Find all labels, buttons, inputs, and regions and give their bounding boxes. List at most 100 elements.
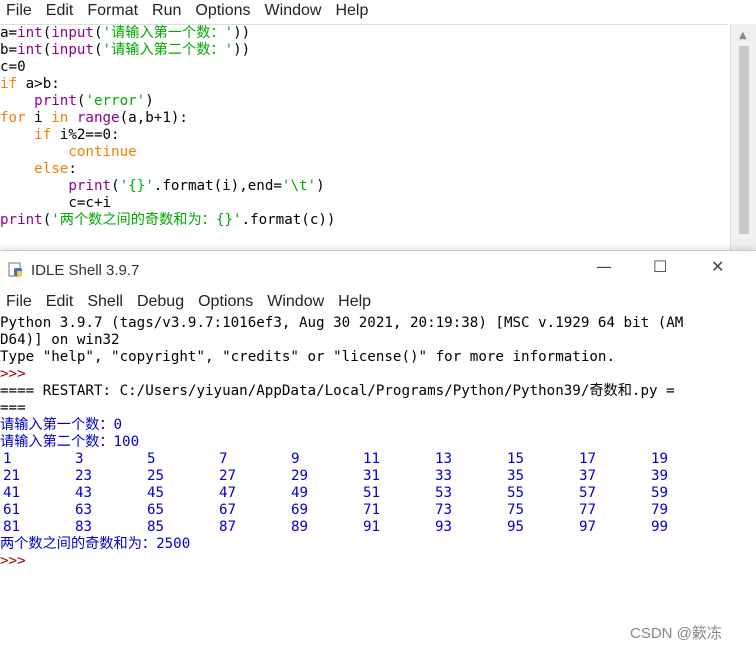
odd-number: 9 [291,451,300,467]
shell-menubar: File Edit Shell Debug Options Window Hel… [0,291,756,313]
odd-number: 35 [507,468,525,484]
menu-window[interactable]: Window [259,2,330,20]
odd-number: 49 [291,485,309,501]
code-line[interactable]: c=0 [0,59,728,76]
scroll-up-arrow-icon[interactable]: ▲ [739,30,747,41]
odd-number: 27 [219,468,237,484]
code-line[interactable]: print('{}'.format(i),end='\t') [0,178,728,195]
menu-help[interactable]: Help [329,2,376,20]
odd-number: 81 [3,519,21,535]
close-icon[interactable]: ✕ [711,257,724,276]
maximize-icon[interactable]: ☐ [653,257,667,276]
odd-number: 47 [219,485,237,501]
odd-number: 67 [219,502,237,518]
odd-number: 37 [579,468,597,484]
menu-file[interactable]: File [0,2,40,20]
odd-number: 3 [75,451,84,467]
odd-number: 69 [291,502,309,518]
code-editor[interactable]: a=int(input('请输入第一个数：')) b=int(input('请输入… [0,24,728,237]
menu-debug[interactable]: Debug [131,293,192,311]
odd-number: 57 [579,485,597,501]
shell-output[interactable]: Python 3.9.7 (tags/v3.9.7:1016ef3, Aug 3… [0,315,756,645]
menu-edit[interactable]: Edit [40,293,82,311]
code-text[interactable]: a=int(input('请输入第一个数：')) b=int(input('请输入… [0,25,728,229]
menu-window[interactable]: Window [261,293,332,311]
menu-help[interactable]: Help [332,293,379,311]
code-line[interactable]: for i in range(a,b+1): [0,110,728,127]
odd-number: 79 [651,502,669,518]
menu-options[interactable]: Options [189,2,258,20]
odd-number: 77 [579,502,597,518]
odd-number: 21 [3,468,21,484]
odd-number: 59 [651,485,669,501]
shell-prompt: >>> [0,366,26,382]
odd-number: 61 [3,502,21,518]
odd-number: 85 [147,519,165,535]
odd-number: 91 [363,519,381,535]
menu-edit[interactable]: Edit [40,2,82,20]
odd-number: 75 [507,502,525,518]
code-line[interactable]: print('两个数之间的奇数和为：{}'.format(c)) [0,212,728,229]
odd-number: 25 [147,468,165,484]
odd-number: 15 [507,451,525,467]
odd-number: 95 [507,519,525,535]
odd-number: 51 [363,485,381,501]
code-line[interactable]: c=c+i [0,195,728,212]
menu-shell[interactable]: Shell [81,293,131,311]
sum-result-line: 两个数之间的奇数和为：2500 [0,536,191,552]
code-line[interactable]: b=int(input('请输入第二个数：')) [0,42,728,59]
odd-number: 53 [435,485,453,501]
odd-number: 63 [75,502,93,518]
odd-number: 97 [579,519,597,535]
minimize-icon[interactable]: — [596,257,612,276]
menu-run[interactable]: Run [146,2,189,20]
code-line[interactable]: continue [0,144,728,161]
odd-number: 13 [435,451,453,467]
odd-number: 19 [651,451,669,467]
banner-line: Type "help", "copyright", "credits" or "… [0,349,615,365]
odd-number: 73 [435,502,453,518]
odd-number: 33 [435,468,453,484]
odd-number: 45 [147,485,165,501]
python-icon [8,262,22,277]
input-line: 请输入第一个数：0 [0,417,123,433]
scrollbar-thumb[interactable] [739,46,749,234]
odd-number: 39 [651,468,669,484]
menu-format[interactable]: Format [81,2,146,20]
odd-number: 11 [363,451,381,467]
window-title: IDLE Shell 3.9.7 [31,262,140,279]
code-line[interactable]: else: [0,161,728,178]
odd-number: 29 [291,468,309,484]
odd-number: 41 [3,485,21,501]
code-line[interactable]: if a>b: [0,76,728,93]
odd-number: 1 [3,451,12,467]
editor-scrollbar[interactable]: ▲ [730,24,756,252]
odd-number: 23 [75,468,93,484]
odd-number: 5 [147,451,156,467]
banner-line: D64)] on win32 [0,332,120,348]
odd-numbers-output: 1 3 5 7 9 11 13 15 17 19 21 23 25 27 29 31 33 35 37 39 41 43 4… [0,451,756,536]
odd-number: 55 [507,485,525,501]
watermark: CSDN @簌冻 [630,625,722,642]
code-line[interactable]: if i%2==0: [0,127,728,144]
odd-number: 89 [291,519,309,535]
odd-number: 65 [147,502,165,518]
input-line: 请输入第二个数：100 [0,434,140,450]
restart-line: === [0,400,26,416]
shell-prompt[interactable]: >>> [0,553,756,570]
shell-titlebar[interactable]: IDLE Shell 3.9.7 — ☐ ✕ [0,251,756,289]
editor-menubar: File Edit Format Run Options Window Help [0,0,730,22]
odd-number: 71 [363,502,381,518]
odd-number: 43 [75,485,93,501]
odd-number: 87 [219,519,237,535]
odd-number: 7 [219,451,228,467]
banner-line: Python 3.9.7 (tags/v3.9.7:1016ef3, Aug 3… [0,315,684,331]
odd-number: 83 [75,519,93,535]
code-line[interactable]: a=int(input('请输入第一个数：')) [0,25,728,42]
menu-file[interactable]: File [0,293,40,311]
restart-line: ==== RESTART: C:/Users/yiyuan/AppData/Lo… [0,383,675,399]
odd-number: 17 [579,451,597,467]
code-line[interactable]: print('error') [0,93,728,110]
odd-number: 99 [651,519,669,535]
menu-options[interactable]: Options [192,293,261,311]
